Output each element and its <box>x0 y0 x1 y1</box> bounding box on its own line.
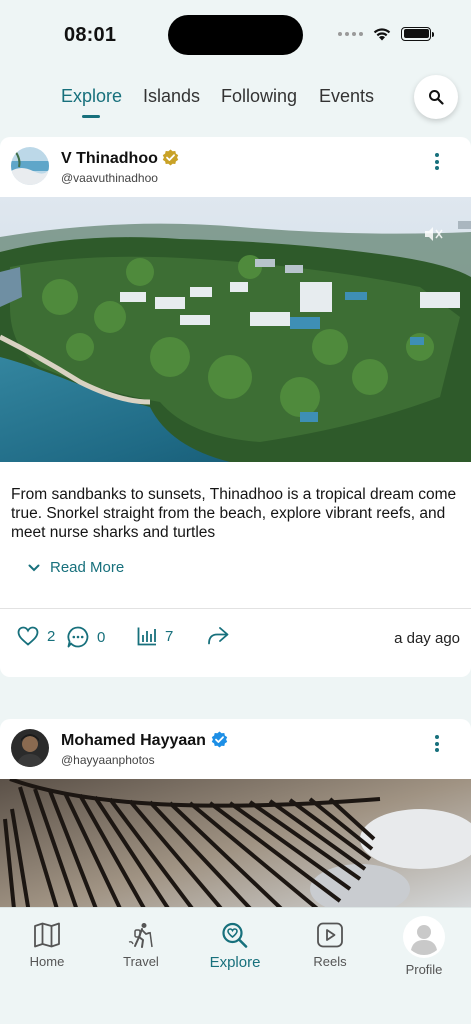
bar-chart-icon <box>137 627 156 646</box>
heart-icon <box>17 626 39 646</box>
status-time: 08:01 <box>64 24 117 46</box>
nav-travel-label: Travel <box>123 954 159 969</box>
avatar[interactable] <box>11 147 49 185</box>
tab-following[interactable]: Following <box>221 86 297 107</box>
nav-profile[interactable]: Profile <box>384 916 464 977</box>
wifi-icon <box>373 28 391 41</box>
nav-home[interactable]: Home <box>7 922 87 969</box>
comment-icon <box>67 626 89 648</box>
nav-explore[interactable]: Explore <box>195 922 275 971</box>
post-image[interactable] <box>0 197 471 462</box>
cellular-signal-icon <box>338 31 363 36</box>
battery-icon <box>401 26 434 41</box>
status-icons <box>338 26 434 41</box>
more-options-button[interactable] <box>433 735 441 755</box>
bottom-navigation: Home Travel Explore Reels Profile <box>0 907 471 1024</box>
tab-explore[interactable]: Explore <box>61 86 122 107</box>
author-name[interactable]: Mohamed Hayyaan <box>61 732 206 750</box>
comment-button[interactable]: 0 <box>67 626 105 648</box>
top-tab-bar: Explore Islands Following Events <box>0 70 471 126</box>
post-header: V Thinadhoo @vaavuthinadhoo <box>0 137 471 197</box>
more-options-button[interactable] <box>433 153 441 173</box>
tab-islands[interactable]: Islands <box>143 86 200 107</box>
post-card: V Thinadhoo @vaavuthinadhoo From sandban… <box>0 137 471 677</box>
avatar[interactable] <box>11 729 49 767</box>
share-arrow-icon <box>208 627 229 645</box>
palm-leaf-photo <box>0 779 471 919</box>
dynamic-island <box>168 15 303 55</box>
author-handle: @vaavuthinadhoo <box>61 171 158 185</box>
search-button[interactable] <box>414 75 458 119</box>
post-time-ago: a day ago <box>394 630 460 647</box>
divider <box>0 608 471 609</box>
nav-travel[interactable]: Travel <box>101 922 181 969</box>
search-heart-icon <box>222 922 248 948</box>
like-count: 2 <box>47 627 56 645</box>
nav-explore-label: Explore <box>209 954 261 971</box>
post-stats: 2 0 7 a day ago <box>0 626 471 652</box>
like-button[interactable]: 2 <box>17 626 55 646</box>
post-caption: From sandbanks to sunsets, Thinadhoo is … <box>11 486 457 541</box>
tab-events[interactable]: Events <box>319 86 374 107</box>
comment-count: 0 <box>97 628 106 646</box>
verified-badge-icon <box>162 149 179 166</box>
active-tab-indicator <box>82 115 100 118</box>
nav-reels-label: Reels <box>313 954 347 969</box>
map-icon <box>34 922 60 948</box>
search-icon <box>429 90 444 105</box>
post-header: Mohamed Hayyaan @hayyaanphotos <box>0 719 471 779</box>
nav-profile-label: Profile <box>405 962 443 977</box>
views-stat[interactable]: 7 <box>137 626 173 646</box>
chevron-down-icon <box>28 564 40 571</box>
hiker-icon <box>128 923 153 948</box>
views-count: 7 <box>165 627 174 645</box>
play-icon <box>317 922 343 948</box>
read-more-button[interactable]: Read More <box>28 559 124 576</box>
nav-reels[interactable]: Reels <box>290 922 370 969</box>
author-name[interactable]: V Thinadhoo <box>61 150 158 168</box>
avatar-placeholder-icon <box>403 916 445 958</box>
verified-badge-icon <box>211 731 228 748</box>
author-handle: @hayyaanphotos <box>61 753 155 767</box>
island-aerial-photo <box>0 197 471 462</box>
app-screen: 08:01 Explore Islands Following Events V… <box>0 0 471 1024</box>
nav-home-label: Home <box>29 954 65 969</box>
share-button[interactable] <box>207 626 229 646</box>
post-image[interactable] <box>0 779 471 919</box>
post-card: Mohamed Hayyaan @hayyaanphotos <box>0 719 471 919</box>
read-more-label: Read More <box>50 559 125 576</box>
status-bar: 08:01 <box>0 0 471 70</box>
